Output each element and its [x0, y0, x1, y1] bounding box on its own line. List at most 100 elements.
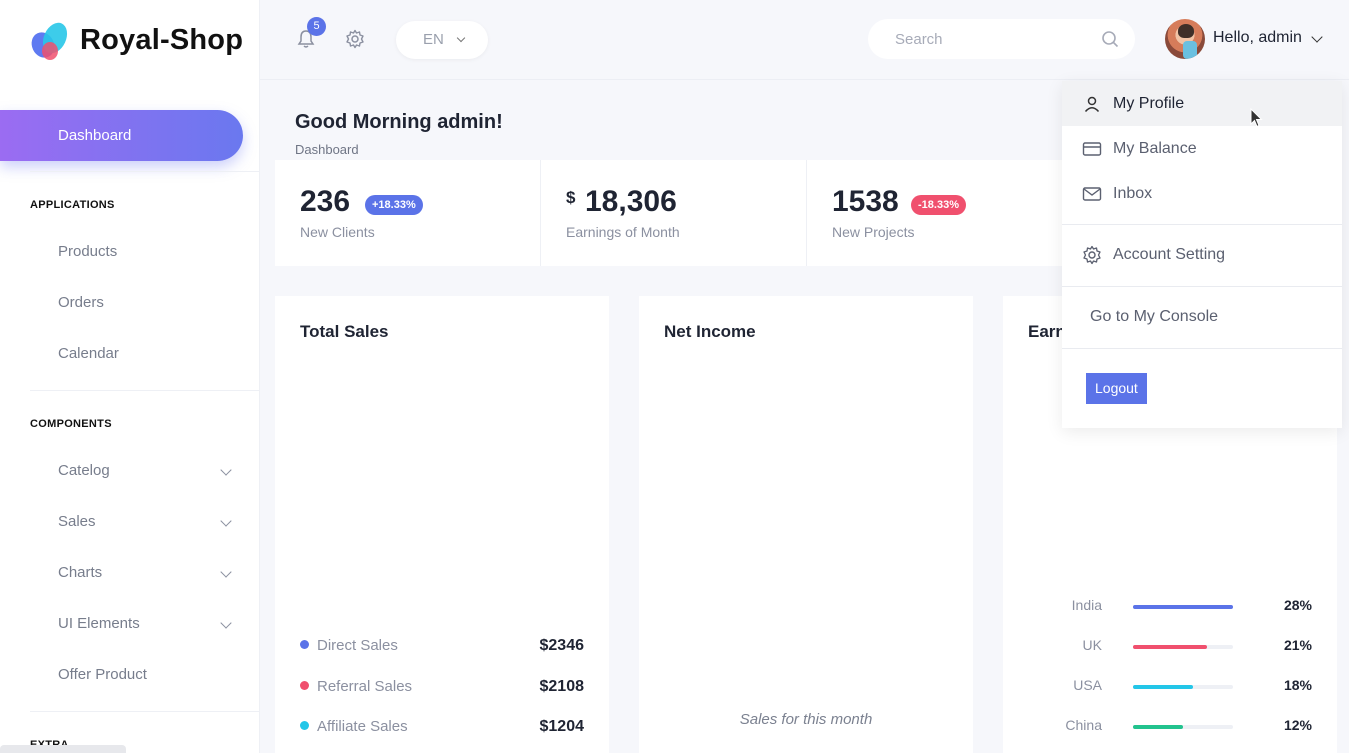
menu-item-my-balance[interactable]: My Balance [1062, 126, 1342, 171]
mouse-cursor-icon [1250, 108, 1263, 128]
earnings-row: China 12% [1028, 717, 1312, 737]
percent-value: 21% [1283, 637, 1312, 653]
sidebar-item-ui-elements[interactable]: UI Elements [58, 615, 238, 632]
country-label: China [1065, 717, 1102, 733]
legend-dot [300, 681, 309, 690]
percent-value: 28% [1283, 597, 1312, 613]
stat-value: 1538 [832, 185, 899, 218]
sidebar-item-orders[interactable]: Orders [58, 294, 238, 311]
language-selector[interactable]: EN [396, 21, 488, 59]
language-label: EN [423, 31, 444, 48]
menu-item-account-setting[interactable]: Account Setting [1062, 232, 1342, 277]
user-dropdown-menu: My Profile My Balance Inbox Account Sett… [1062, 81, 1342, 428]
mail-icon [1082, 187, 1102, 201]
gear-icon [1083, 245, 1101, 265]
sidebar-divider [30, 390, 260, 391]
credit-card-icon [1082, 142, 1102, 156]
legend-value: $2346 [539, 637, 585, 654]
avatar[interactable] [1165, 19, 1205, 59]
total-sales-card: Total Sales Direct Sales $2346 Referral … [275, 296, 609, 753]
legend-referral-sales: Referral Sales $2108 [300, 678, 584, 695]
earnings-row: UK 21% [1028, 637, 1312, 657]
sidebar-item-label: Charts [58, 564, 103, 581]
chevron-down-icon [220, 464, 232, 476]
card-title: Net Income [664, 322, 756, 341]
stats-strip: 236 +18.33% New Clients $ 18,306 Earning… [275, 160, 1075, 266]
progress-track [1133, 685, 1233, 689]
stat-label: Earnings of Month [566, 224, 680, 240]
country-label: UK [1082, 637, 1102, 653]
progress-fill [1133, 725, 1183, 729]
progress-fill [1133, 645, 1207, 649]
earnings-row: USA 18% [1028, 677, 1312, 697]
country-label: India [1071, 597, 1102, 613]
breadcrumb[interactable]: Dashboard [295, 142, 359, 157]
gear-icon[interactable] [345, 29, 365, 49]
menu-item-my-profile[interactable]: My Profile [1062, 81, 1342, 126]
brand-name: Royal-Shop [80, 23, 244, 56]
legend-label: Referral Sales [317, 678, 413, 695]
page-title: Good Morning admin! [295, 111, 503, 133]
sidebar-item-label: UI Elements [58, 615, 140, 632]
stat-badge: -18.33% [911, 195, 966, 215]
logo-mark-icon [27, 18, 76, 62]
menu-item-console[interactable]: Go to My Console [1062, 294, 1342, 339]
menu-divider [1062, 224, 1342, 225]
net-income-card: Net Income Sales for this month [639, 296, 973, 753]
sidebar-divider [30, 711, 260, 712]
progress-track [1133, 645, 1233, 649]
earnings-row: India 28% [1028, 597, 1312, 617]
status-tooltip [0, 745, 126, 753]
legend-affiliate-sales: Affiliate Sales $1204 [300, 718, 584, 735]
legend-value: $2108 [539, 678, 585, 695]
sidebar-item-label: Sales [58, 513, 96, 530]
menu-item-label: My Profile [1113, 95, 1185, 112]
stat-value: 18,306 [585, 185, 677, 218]
menu-divider [1062, 286, 1342, 287]
sidebar-item-calendar[interactable]: Calendar [58, 345, 238, 362]
search-input[interactable] [868, 19, 1135, 59]
progress-track [1133, 725, 1233, 729]
menu-item-inbox[interactable]: Inbox [1062, 171, 1342, 216]
progress-fill [1133, 685, 1193, 689]
menu-item-label: Inbox [1113, 185, 1153, 202]
sidebar-item-dashboard[interactable]: Dashboard [0, 110, 243, 161]
user-icon [1084, 96, 1100, 113]
country-label: USA [1073, 677, 1102, 693]
sidebar-item-label: Catelog [58, 462, 110, 479]
search-icon[interactable] [1101, 30, 1119, 48]
notification-badge: 5 [307, 17, 326, 36]
menu-item-label: My Balance [1113, 140, 1197, 157]
sidebar: Royal-Shop Dashboard APPLICATIONS Produc… [0, 0, 260, 753]
sidebar-item-sales[interactable]: Sales [58, 513, 238, 530]
user-greeting[interactable]: Hello, admin [1213, 29, 1302, 47]
logout-button[interactable]: Logout [1086, 373, 1147, 404]
stat-label: New Clients [300, 224, 375, 240]
section-title-components: COMPONENTS [30, 418, 112, 430]
progress-track [1133, 605, 1233, 609]
stat-new-projects: 1538 -18.33% New Projects [807, 160, 1073, 266]
legend-label: Direct Sales [317, 637, 398, 654]
sidebar-item-offer-product[interactable]: Offer Product [58, 666, 238, 683]
legend-dot [300, 640, 309, 649]
legend-dot [300, 721, 309, 730]
stat-value: 236 [300, 185, 351, 218]
stat-earnings: $ 18,306 Earnings of Month [541, 160, 807, 266]
brand-logo[interactable]: Royal-Shop [27, 18, 244, 62]
percent-value: 18% [1283, 677, 1312, 693]
stat-badge: +18.33% [365, 195, 423, 215]
sidebar-item-catelog[interactable]: Catelog [58, 462, 238, 479]
menu-item-label: Account Setting [1113, 246, 1226, 263]
chevron-down-icon [220, 515, 232, 527]
chart-note: Sales for this month [739, 711, 873, 728]
sidebar-item-products[interactable]: Products [58, 243, 238, 260]
percent-value: 12% [1283, 717, 1312, 733]
legend-value: $1204 [539, 718, 585, 735]
sidebar-item-charts[interactable]: Charts [58, 564, 238, 581]
sidebar-divider [30, 171, 260, 172]
progress-fill [1133, 605, 1233, 609]
card-title: Total Sales [300, 322, 389, 341]
section-title-applications: APPLICATIONS [30, 199, 115, 211]
legend-label: Affiliate Sales [317, 718, 408, 735]
stat-new-clients: 236 +18.33% New Clients [275, 160, 541, 266]
